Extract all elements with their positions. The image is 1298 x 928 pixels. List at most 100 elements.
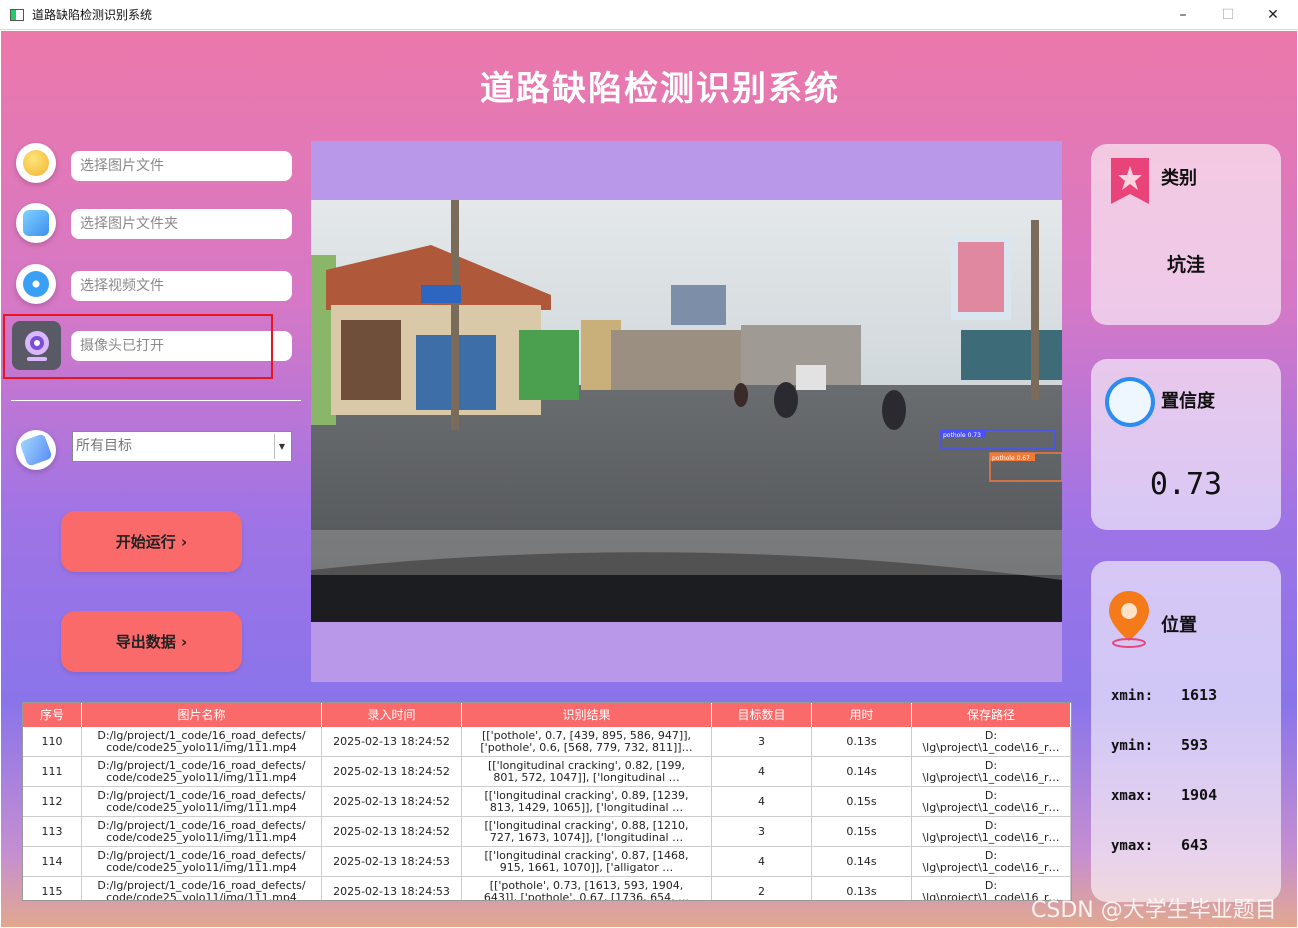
location-pin-icon: [1109, 591, 1149, 648]
table-row[interactable]: 110 D:/lg/project/1_code/16_road_defects/…: [23, 727, 1071, 757]
table-cell: D:/lg/project/1_code/16_road_defects/ co…: [82, 757, 322, 786]
video-file-input[interactable]: 选择视频文件: [71, 271, 292, 301]
xmin-value: 1613: [1181, 686, 1218, 704]
table-row[interactable]: 111 D:/lg/project/1_code/16_road_defects/…: [23, 757, 1071, 787]
target-filter-icon: [16, 430, 56, 470]
ymax-label: ymax:: [1111, 838, 1154, 854]
table-cell: D:/lg/project/1_code/16_road_defects/ co…: [82, 727, 322, 756]
table-cell: [['longitudinal cracking', 0.89, [1239, …: [462, 787, 712, 816]
table-row[interactable]: 115 D:/lg/project/1_code/16_road_defects/…: [23, 877, 1071, 900]
table-cell: 2025-02-13 18:24:52: [322, 727, 462, 756]
table-cell: D: \lg\project\1_code\16_r…: [912, 847, 1071, 876]
category-value: 坑洼: [1166, 254, 1205, 276]
table-cell: D:/lg/project/1_code/16_road_defects/ co…: [82, 787, 322, 816]
chevron-down-icon[interactable]: ▼: [274, 434, 289, 459]
table-cell: 2025-02-13 18:24:53: [322, 877, 462, 900]
table-cell: 0.13s: [812, 877, 912, 900]
table-body: 110 D:/lg/project/1_code/16_road_defects/…: [23, 727, 1071, 900]
results-table[interactable]: 序号 图片名称 录入时间 识别结果 目标数目 用时 保存路径 110 D:/lg/…: [22, 702, 1072, 901]
bookmark-star-icon: [1111, 158, 1149, 204]
table-cell: 110: [23, 727, 82, 756]
category-label: 类别: [1161, 168, 1197, 189]
table-cell: 114: [23, 847, 82, 876]
app-icon: [10, 8, 24, 21]
table-cell: D: \lg\project\1_code\16_r…: [912, 757, 1071, 786]
image-folder-icon[interactable]: [16, 203, 56, 243]
table-cell: 4: [712, 847, 812, 876]
table-cell: 2025-02-13 18:24:52: [322, 817, 462, 846]
xmax-label: xmax:: [1111, 788, 1154, 804]
table-row[interactable]: 112 D:/lg/project/1_code/16_road_defects/…: [23, 787, 1071, 817]
target-select-value: 所有目标: [76, 438, 132, 454]
table-cell: 2025-02-13 18:24:53: [322, 847, 462, 876]
ymin-value: 593: [1181, 736, 1209, 754]
ymax-value: 643: [1181, 836, 1209, 854]
start-button[interactable]: 开始运行 ›: [61, 511, 242, 572]
category-card: 类别 坑洼: [1091, 144, 1281, 325]
confidence-value: 0.73: [1149, 467, 1223, 502]
col-header-count[interactable]: 目标数目: [712, 703, 812, 727]
confidence-card: 置信度 0.73: [1091, 359, 1281, 530]
app-title: 道路缺陷检测识别系统: [480, 69, 840, 109]
table-cell: 0.15s: [812, 787, 912, 816]
table-cell: D: \lg\project\1_code\16_r…: [912, 727, 1071, 756]
table-cell: 0.13s: [812, 727, 912, 756]
export-button[interactable]: 导出数据 ›: [61, 611, 242, 672]
image-file-input[interactable]: 选择图片文件: [71, 151, 292, 181]
table-cell: [['longitudinal cracking', 0.82, [199, 8…: [462, 757, 712, 786]
table-cell: 3: [712, 817, 812, 846]
watermark: CSDN @大学生毕业题目: [1031, 898, 1277, 923]
table-row[interactable]: 114 D:/lg/project/1_code/16_road_defects/…: [23, 847, 1071, 877]
window-titlebar: 道路缺陷检测识别系统 – ☐ ✕: [0, 0, 1298, 30]
close-button[interactable]: ✕: [1250, 0, 1296, 30]
col-header-index[interactable]: 序号: [23, 703, 82, 727]
detection-label-2: pothole 0.67: [992, 455, 1030, 462]
maximize-button[interactable]: ☐: [1205, 0, 1251, 30]
position-card: 位置 xmin: 1613 ymin: 593 xmax: 1904 ymax:…: [1091, 561, 1281, 902]
table-cell: D:/lg/project/1_code/16_road_defects/ co…: [82, 877, 322, 900]
table-cell: 0.14s: [812, 757, 912, 786]
xmax-value: 1904: [1181, 786, 1218, 804]
detection-label-1: pothole 0.73: [943, 432, 981, 439]
sidebar-divider: [11, 400, 301, 401]
col-header-result[interactable]: 识别结果: [462, 703, 712, 727]
table-cell: D: \lg\project\1_code\16_r…: [912, 787, 1071, 816]
table-cell: [['longitudinal cracking', 0.87, [1468, …: [462, 847, 712, 876]
xmin-label: xmin:: [1111, 688, 1154, 704]
table-cell: 113: [23, 817, 82, 846]
target-select[interactable]: 所有目标 ▼: [72, 431, 292, 462]
ymin-label: ymin:: [1111, 738, 1154, 754]
col-header-name[interactable]: 图片名称: [82, 703, 322, 727]
table-cell: 2025-02-13 18:24:52: [322, 757, 462, 786]
col-header-time[interactable]: 录入时间: [322, 703, 462, 727]
col-header-path[interactable]: 保存路径: [912, 703, 1071, 727]
table-cell: 4: [712, 757, 812, 786]
table-row[interactable]: 113 D:/lg/project/1_code/16_road_defects/…: [23, 817, 1071, 847]
table-cell: 0.15s: [812, 817, 912, 846]
table-cell: 111: [23, 757, 82, 786]
confidence-label: 置信度: [1161, 391, 1215, 412]
table-cell: D: \lg\project\1_code\16_r…: [912, 817, 1071, 846]
table-cell: D:/lg/project/1_code/16_road_defects/ co…: [82, 847, 322, 876]
camera-highlight-box: [3, 314, 273, 379]
minimize-button[interactable]: –: [1160, 0, 1206, 30]
table-cell: D:/lg/project/1_code/16_road_defects/ co…: [82, 817, 322, 846]
table-cell: 115: [23, 877, 82, 900]
video-display: pothole 0.73 pothole 0.67: [311, 141, 1062, 682]
position-label: 位置: [1161, 615, 1197, 636]
video-file-icon[interactable]: [16, 264, 56, 304]
main-window: 道路缺陷检测识别系统 选择图片文件 选择图片文件夹 选择视频文件 摄像头已打开 …: [1, 31, 1297, 927]
table-cell: [['pothole', 0.73, [1613, 593, 1904, 643…: [462, 877, 712, 900]
col-header-duration[interactable]: 用时: [812, 703, 912, 727]
image-folder-input[interactable]: 选择图片文件夹: [71, 209, 292, 239]
table-cell: [['pothole', 0.7, [439, 895, 586, 947]],…: [462, 727, 712, 756]
image-file-icon[interactable]: [16, 143, 56, 183]
gauge-circle-icon: [1105, 377, 1155, 427]
table-header: 序号 图片名称 录入时间 识别结果 目标数目 用时 保存路径: [23, 703, 1071, 727]
video-frame: pothole 0.73 pothole 0.67: [311, 200, 1062, 622]
table-cell: 3: [712, 727, 812, 756]
table-cell: 4: [712, 787, 812, 816]
table-cell: 2025-02-13 18:24:52: [322, 787, 462, 816]
table-cell: [['longitudinal cracking', 0.88, [1210, …: [462, 817, 712, 846]
table-cell: 0.14s: [812, 847, 912, 876]
